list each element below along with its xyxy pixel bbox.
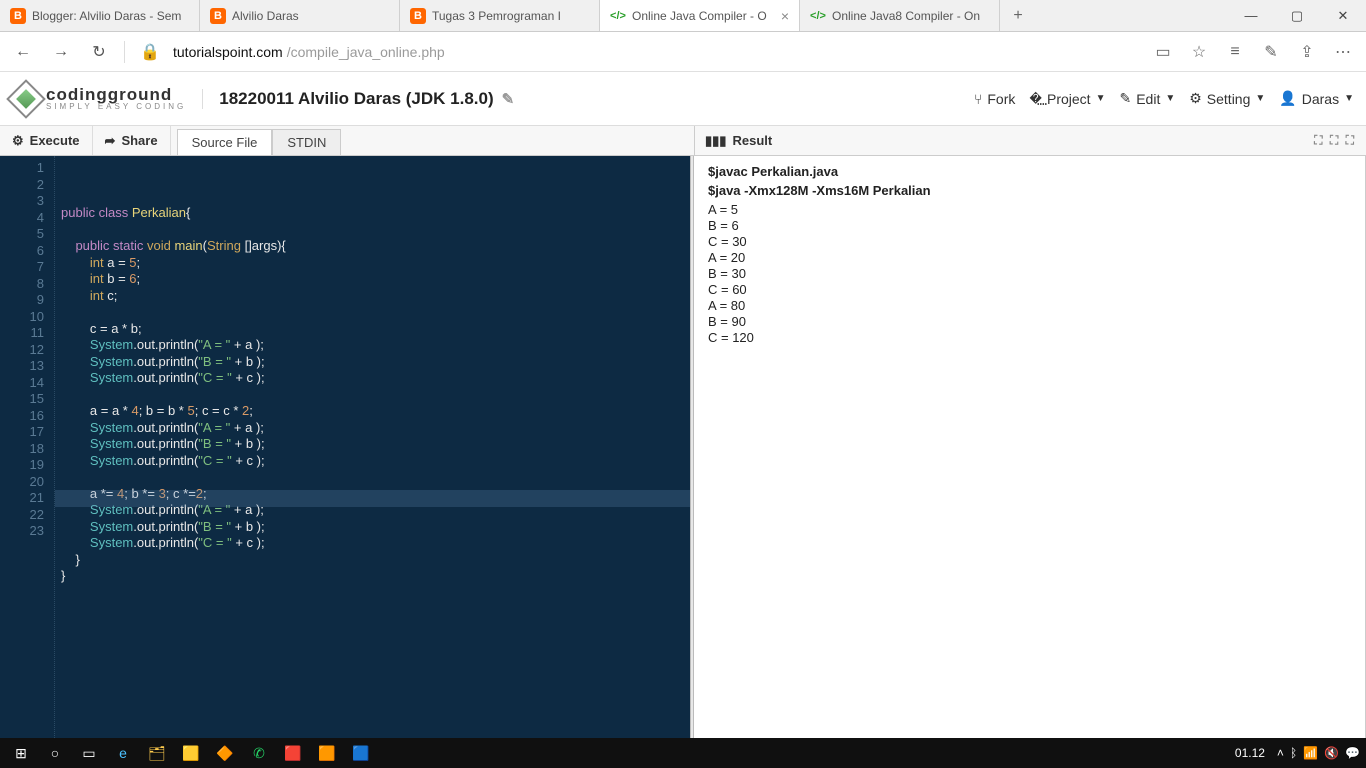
close-tab-icon[interactable]: × <box>781 8 789 24</box>
code-icon: </> <box>810 8 826 24</box>
separator <box>124 41 125 63</box>
app-header: codingground SIMPLY EASY CODING 18220011… <box>0 72 1366 126</box>
edit-title-icon[interactable]: ✎ <box>502 90 515 108</box>
code-icon: </> <box>610 8 626 24</box>
gear-run-icon: ⚙ <box>12 133 24 149</box>
share-arrow-icon: ➦ <box>105 133 116 149</box>
more-icon[interactable]: ⋯ <box>1328 37 1358 67</box>
hub-icon[interactable]: ≡ <box>1220 37 1250 67</box>
tab-stdin[interactable]: STDIN <box>272 129 341 155</box>
edit-icon: ✎ <box>1119 90 1131 107</box>
url-path: /compile_java_online.php <box>287 44 445 60</box>
url-host: tutorialspoint.com <box>173 44 283 60</box>
project-title: 18220011 Alvilio Daras (JDK 1.8.0) ✎ <box>202 89 514 109</box>
user-icon: 👤 <box>1279 90 1296 107</box>
start-button[interactable]: ⊞ <box>6 740 36 766</box>
browser-tab-active[interactable]: </>Online Java Compiler - O× <box>600 0 800 31</box>
window-maximize[interactable]: ▢ <box>1274 0 1320 31</box>
code-area[interactable]: public class Perkalian{ public static vo… <box>55 156 690 738</box>
file-explorer-icon[interactable]: 🗂 <box>142 740 172 766</box>
system-tray[interactable]: ˄ ᛒ 📶 🔇 💬 <box>1277 746 1360 760</box>
notes-icon[interactable]: ✎ <box>1256 37 1286 67</box>
cortana-icon[interactable]: ○ <box>40 740 70 766</box>
tree-icon: �⵿ <box>1029 90 1042 107</box>
logo-icon <box>6 79 46 119</box>
fork-button[interactable]: ⑂Fork <box>974 91 1015 107</box>
execute-button[interactable]: ⚙Execute <box>0 126 93 155</box>
share-button[interactable]: ➦Share <box>93 126 171 155</box>
forward-button[interactable]: → <box>46 37 76 67</box>
edit-menu[interactable]: ✎Edit▼ <box>1119 90 1175 107</box>
browser-toolbar: ← → ↻ 🔒 tutorialspoint.com/compile_java_… <box>0 32 1366 72</box>
chevron-up-icon[interactable]: ˄ <box>1277 746 1284 760</box>
windows-taskbar: ⊞ ○ ▭ e 🗂 🟨 🔶 ✆ 🟥 🟧 🟦 01.12 ˄ ᛒ 📶 🔇 💬 <box>0 738 1366 768</box>
back-button[interactable]: ← <box>8 37 38 67</box>
app-icon[interactable]: 🟧 <box>312 740 342 766</box>
window-close[interactable]: ✕ <box>1320 0 1366 31</box>
project-menu[interactable]: �⵿Project▼ <box>1029 90 1105 107</box>
code-editor[interactable]: 1234567891011121314151617181920212223 pu… <box>0 156 690 738</box>
line-gutter: 1234567891011121314151617181920212223 <box>0 156 55 738</box>
expand-controls[interactable]: ⛶ ⛶ ⛶ <box>1314 133 1356 148</box>
fork-icon: ⑂ <box>974 91 982 107</box>
setting-menu[interactable]: ⚙Setting▼ <box>1189 90 1265 107</box>
window-minimize[interactable]: — <box>1228 0 1274 31</box>
edge-icon[interactable]: e <box>108 740 138 766</box>
browser-tab[interactable]: BTugas 3 Pemrograman I <box>400 0 600 31</box>
chart-icon: ▮▮▮ <box>705 133 726 149</box>
browser-tab[interactable]: BAlvilio Daras <box>200 0 400 31</box>
result-header: ▮▮▮ Result ⛶ ⛶ ⛶ <box>694 126 1366 155</box>
result-pane: $javac Perkalian.java$java -Xmx128M -Xms… <box>694 156 1366 738</box>
blogger-icon: B <box>10 8 26 24</box>
bluetooth-icon[interactable]: ᛒ <box>1290 746 1297 760</box>
user-menu[interactable]: 👤Daras▼ <box>1279 90 1354 107</box>
app-icon[interactable]: 🔶 <box>210 740 240 766</box>
taskbar-clock[interactable]: 01.12 <box>1227 746 1273 760</box>
volume-icon[interactable]: 🔇 <box>1324 746 1339 760</box>
blogger-icon: B <box>210 8 226 24</box>
share-icon[interactable]: ⇪ <box>1292 37 1322 67</box>
editor-toolbar: ⚙Execute ➦Share Source File STDIN ▮▮▮ Re… <box>0 126 1366 156</box>
whatsapp-icon[interactable]: ✆ <box>244 740 274 766</box>
task-view-icon[interactable]: ▭ <box>74 740 104 766</box>
gear-icon: ⚙ <box>1189 90 1202 107</box>
wifi-icon[interactable]: 📶 <box>1303 746 1318 760</box>
reading-view-icon[interactable]: ▭ <box>1148 37 1178 67</box>
notification-icon[interactable]: 💬 <box>1345 746 1360 760</box>
lock-icon: 🔒 <box>135 37 165 67</box>
address-bar[interactable]: tutorialspoint.com/compile_java_online.p… <box>173 44 1140 60</box>
logo[interactable]: codingground SIMPLY EASY CODING <box>12 85 186 113</box>
new-tab-button[interactable]: + <box>1000 0 1036 31</box>
app-icon[interactable]: 🟥 <box>278 740 308 766</box>
browser-tab[interactable]: BBlogger: Alvilio Daras - Sem <box>0 0 200 31</box>
browser-tab[interactable]: </>Online Java8 Compiler - On <box>800 0 1000 31</box>
main-panes: 1234567891011121314151617181920212223 pu… <box>0 156 1366 738</box>
app-icon[interactable]: 🟨 <box>176 740 206 766</box>
app-icon[interactable]: 🟦 <box>346 740 376 766</box>
tab-source-file[interactable]: Source File <box>177 129 273 155</box>
refresh-button[interactable]: ↻ <box>84 37 114 67</box>
blogger-icon: B <box>410 8 426 24</box>
browser-tab-strip: BBlogger: Alvilio Daras - Sem BAlvilio D… <box>0 0 1366 32</box>
favorite-icon[interactable]: ☆ <box>1184 37 1214 67</box>
